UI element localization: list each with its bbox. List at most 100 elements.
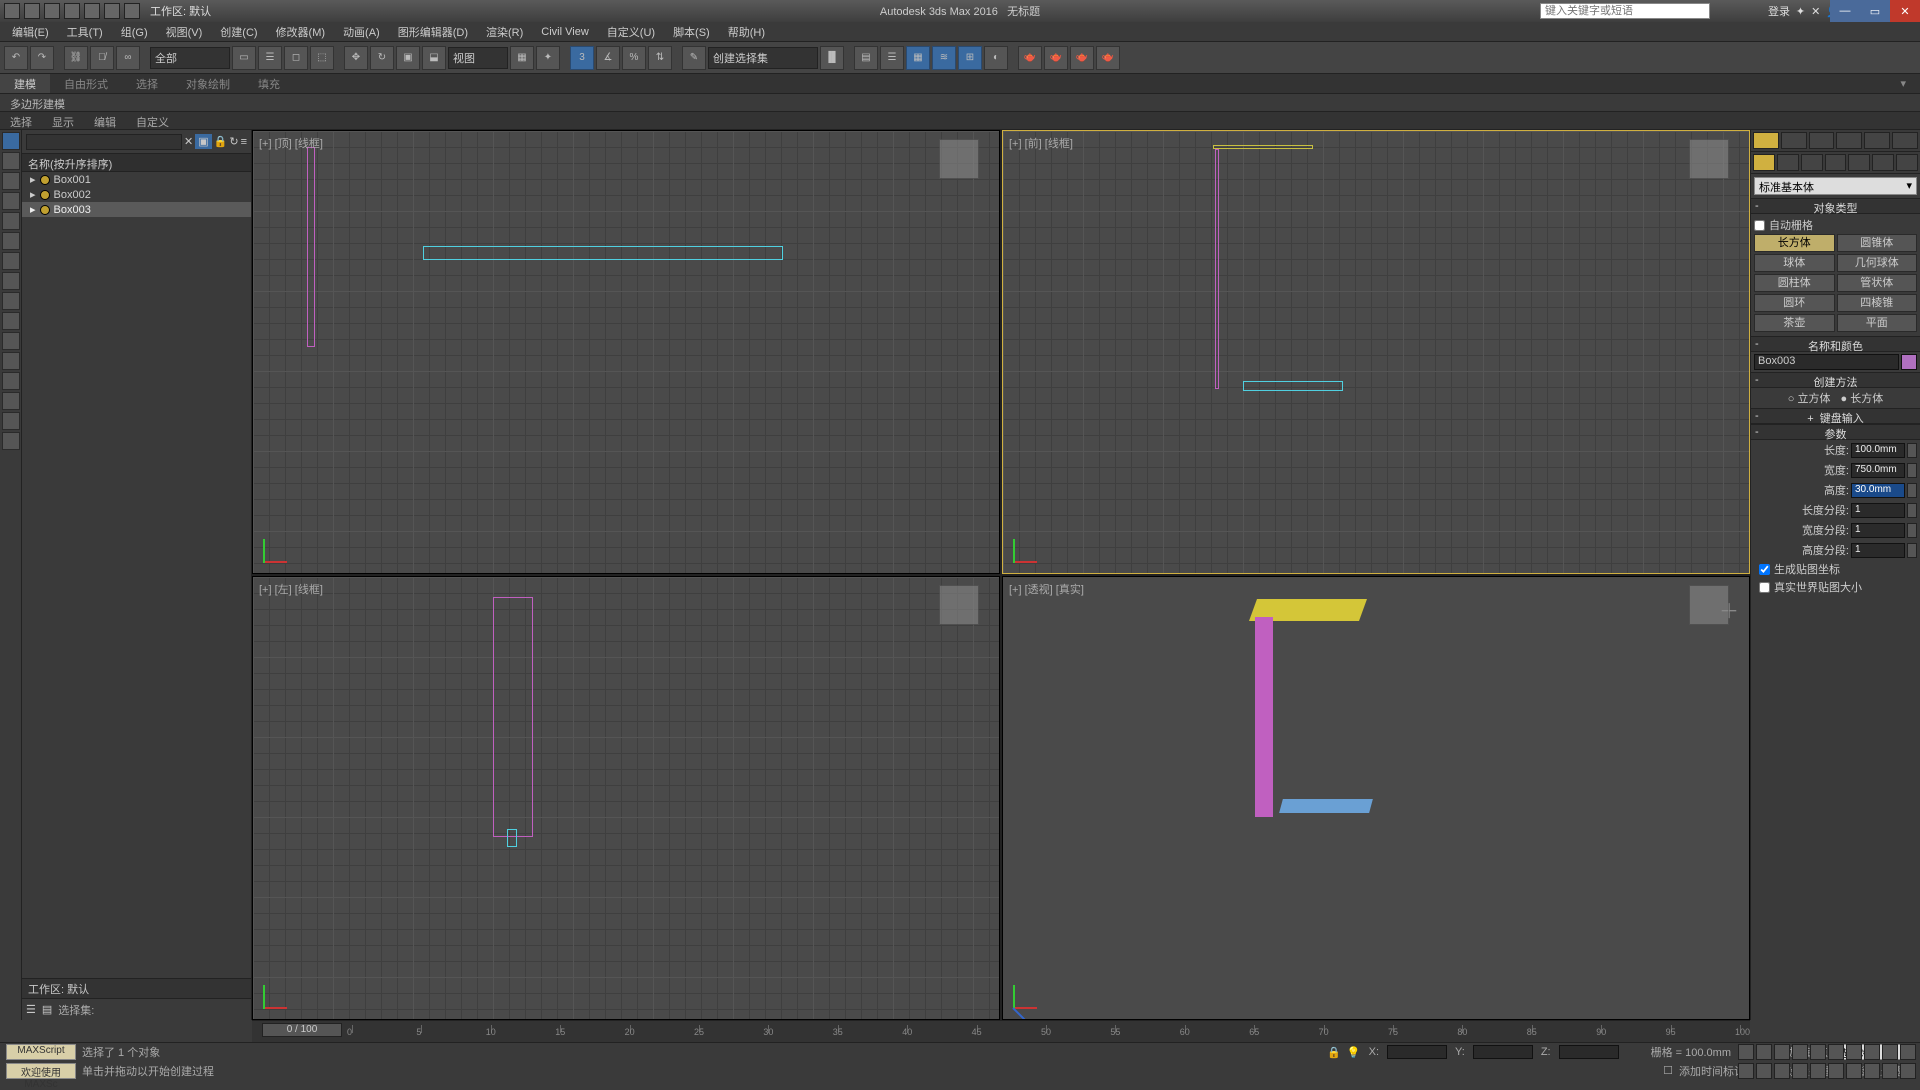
toggle-ribbon-button[interactable]: ▦	[906, 46, 930, 70]
se-filter-bone[interactable]	[2, 272, 20, 290]
help-search-input[interactable]	[1540, 3, 1710, 19]
time-slider-thumb[interactable]: 0 / 100	[262, 1023, 342, 1037]
hseg-input[interactable]: 1	[1851, 543, 1905, 558]
se-search-input[interactable]	[26, 134, 182, 150]
link-icon[interactable]	[124, 3, 140, 19]
se-filter-geom[interactable]	[2, 152, 20, 170]
snap-toggle-button[interactable]: 3	[570, 46, 594, 70]
object-name-input[interactable]: Box003	[1754, 354, 1899, 370]
nav-maximize-button[interactable]	[1810, 1063, 1826, 1079]
btn-box[interactable]: 长方体	[1754, 234, 1835, 252]
maximize-button[interactable]: ▭	[1860, 0, 1890, 22]
ribbon-tab-modeling[interactable]: 建模	[0, 74, 50, 93]
se-filter-lights[interactable]	[2, 192, 20, 210]
radio-box[interactable]: ● 长方体	[1841, 390, 1884, 406]
layer-icon[interactable]: ☰	[26, 1003, 36, 1016]
se-workspace-footer[interactable]: 工作区: 默认	[22, 978, 251, 998]
window-crossing-button[interactable]: ⬚	[310, 46, 334, 70]
time-slider[interactable]: 0 / 100 05101520253035404550556065707580…	[252, 1020, 1750, 1042]
viewport-left[interactable]: [+] [左] [线框]	[252, 576, 1000, 1020]
rollout-parameters[interactable]: 参数	[1751, 424, 1920, 440]
cp-tab-display[interactable]	[1864, 132, 1890, 149]
btn-torus[interactable]: 圆环	[1754, 294, 1835, 312]
nav-extra5[interactable]	[1900, 1063, 1916, 1079]
wseg-input[interactable]: 1	[1851, 523, 1905, 538]
nav-extra3[interactable]	[1864, 1063, 1880, 1079]
select-object-button[interactable]: ▭	[232, 46, 256, 70]
btn-plane[interactable]: 平面	[1837, 314, 1918, 332]
schematic-button[interactable]: ⊞	[958, 46, 982, 70]
scale-button[interactable]: ▣	[396, 46, 420, 70]
save-icon[interactable]	[64, 3, 80, 19]
named-sel-edit-button[interactable]: ✎	[682, 46, 706, 70]
viewport-front[interactable]: [+] [前] [线框]	[1002, 130, 1750, 574]
coord-x-input[interactable]	[1387, 1045, 1447, 1059]
ribbon-expand-icon[interactable]: ▾	[1886, 74, 1920, 93]
cp-sub-spacewarp[interactable]	[1872, 154, 1894, 171]
material-editor-button[interactable]: ◐	[984, 46, 1008, 70]
minimize-button[interactable]: —	[1830, 0, 1860, 22]
selection-filter[interactable]: 全部	[150, 47, 230, 69]
nav-fov-button[interactable]	[1882, 1044, 1898, 1060]
se-column-header[interactable]: 名称(按升序排序)	[22, 154, 251, 172]
maxscript-mini-status[interactable]: MAXScript	[6, 1044, 76, 1060]
new-icon[interactable]	[24, 3, 40, 19]
play-button[interactable]	[1774, 1044, 1790, 1060]
viewport-perspective[interactable]: [+] [透视] [真实] ＋	[1002, 576, 1750, 1020]
menu-animation[interactable]: 动画(A)	[335, 24, 388, 40]
pivot-button[interactable]: ▦	[510, 46, 534, 70]
redo-button[interactable]: ↷	[30, 46, 54, 70]
menu-views[interactable]: 视图(V)	[158, 24, 211, 40]
se-tab-display[interactable]: 显示	[52, 114, 74, 127]
bind-button[interactable]: ∞	[116, 46, 140, 70]
coord-y-input[interactable]	[1473, 1045, 1533, 1059]
se-btn-b[interactable]	[2, 392, 20, 410]
named-sel-combo[interactable]: 创建选择集	[708, 47, 818, 69]
layers-button[interactable]: ☰	[880, 46, 904, 70]
viewport-label[interactable]: [+] [透视] [真实]	[1009, 581, 1084, 597]
se-filter-all[interactable]	[2, 132, 20, 150]
workspace-label[interactable]: 工作区: 默认	[150, 3, 211, 19]
btn-pyramid[interactable]: 四棱锥	[1837, 294, 1918, 312]
lightbulb-icon[interactable]: 💡	[1347, 1046, 1361, 1059]
se-view-icon[interactable]: ≡	[241, 136, 247, 148]
cp-sub-cameras[interactable]	[1825, 154, 1847, 171]
menu-help[interactable]: 帮助(H)	[720, 24, 773, 40]
se-filter-cameras[interactable]	[2, 212, 20, 230]
curve-editor-button[interactable]: ≋	[932, 46, 956, 70]
ribbon-tab-objectpaint[interactable]: 对象绘制	[172, 74, 244, 93]
viewcube-icon[interactable]	[939, 139, 979, 179]
se-tab-edit[interactable]: 编辑	[94, 114, 116, 127]
se-object-list[interactable]: ▸ Box001 ▸ Box002 ▸ Box003	[22, 172, 251, 978]
spinner-arrows[interactable]	[1907, 463, 1917, 478]
autogrid-checkbox[interactable]	[1754, 220, 1765, 231]
lock-icon[interactable]: 🔒	[1327, 1046, 1341, 1059]
app-icon[interactable]	[4, 3, 20, 19]
rotate-button[interactable]: ↻	[370, 46, 394, 70]
menu-grapheditors[interactable]: 图形编辑器(D)	[390, 24, 476, 40]
se-clear-icon[interactable]: ✕	[184, 135, 193, 148]
nav-extra2[interactable]	[1846, 1063, 1862, 1079]
viewport-label[interactable]: [+] [顶] [线框]	[259, 135, 323, 151]
render-iterate-button[interactable]: 🫖	[1096, 46, 1120, 70]
viewcube-icon[interactable]	[1689, 585, 1729, 625]
select-by-name-button[interactable]: ☰	[258, 46, 282, 70]
se-btn-c[interactable]	[2, 412, 20, 430]
ribbon-tab-populate[interactable]: 填充	[244, 74, 294, 93]
cp-tab-hierarchy[interactable]	[1809, 132, 1835, 149]
cp-sub-lights[interactable]	[1801, 154, 1823, 171]
nav-region-button[interactable]	[1774, 1063, 1790, 1079]
cp-sub-geometry[interactable]	[1753, 154, 1775, 171]
time-ruler[interactable]: 0510152025303540455055606570758085909510…	[352, 1025, 1740, 1037]
viewcube-icon[interactable]	[939, 585, 979, 625]
timetag-icon[interactable]: ☐	[1663, 1064, 1673, 1077]
length-input[interactable]: 100.0mm	[1851, 443, 1905, 458]
nav-zoom-button[interactable]	[1846, 1044, 1862, 1060]
se-filter-helpers[interactable]	[2, 232, 20, 250]
se-filter-container[interactable]	[2, 292, 20, 310]
menu-customize[interactable]: 自定义(U)	[599, 24, 663, 40]
goto-start-button[interactable]	[1738, 1044, 1754, 1060]
se-filter-spacewarp[interactable]	[2, 252, 20, 270]
nav-zoomall-button[interactable]	[1864, 1044, 1880, 1060]
exchange-icon[interactable]: ✕	[1811, 5, 1820, 18]
